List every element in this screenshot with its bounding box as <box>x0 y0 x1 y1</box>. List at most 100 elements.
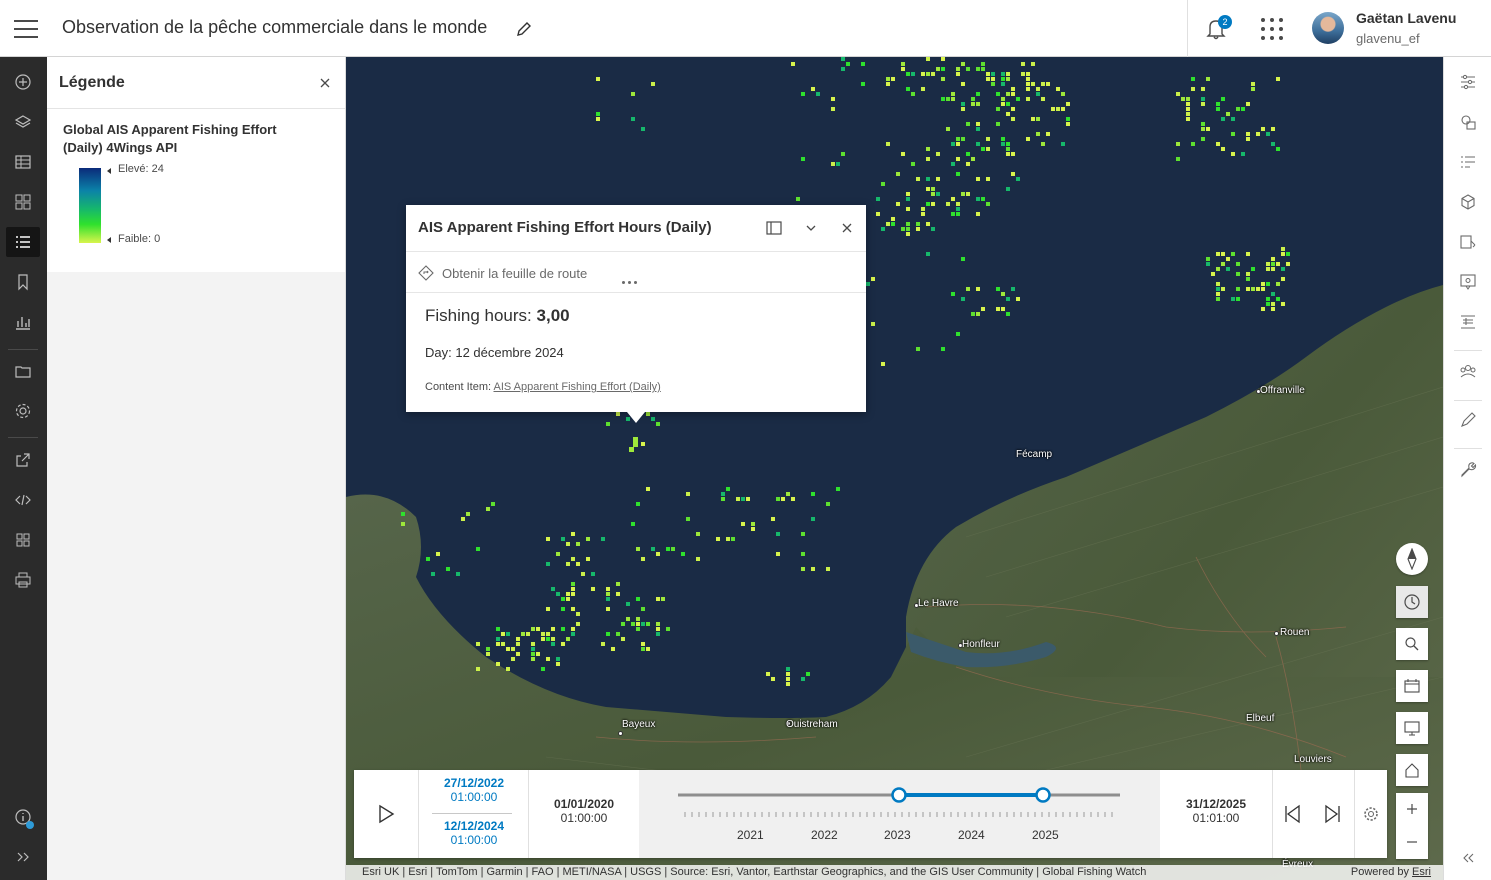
fishing-cell[interactable] <box>1001 77 1005 81</box>
fishing-cell[interactable] <box>1036 92 1040 96</box>
fishing-cell[interactable] <box>1011 117 1015 121</box>
fishing-cell[interactable] <box>1061 92 1065 96</box>
fishing-cell[interactable] <box>1011 92 1015 96</box>
fishing-cell[interactable] <box>1186 97 1190 101</box>
fishing-cell[interactable] <box>561 607 565 611</box>
fishing-cell[interactable] <box>811 492 815 496</box>
fishing-cell[interactable] <box>571 627 575 631</box>
fishing-cell[interactable] <box>561 627 565 631</box>
fishing-cell[interactable] <box>1216 267 1220 271</box>
fishing-cell[interactable] <box>1271 142 1275 146</box>
fishing-cell[interactable] <box>531 642 535 646</box>
time-track[interactable]: 2021 2022 2023 2024 2025 <box>639 770 1160 858</box>
fishing-cell[interactable] <box>671 547 675 551</box>
fishing-cell[interactable] <box>976 102 980 106</box>
fishing-cell[interactable] <box>1216 297 1220 301</box>
fishing-cell[interactable] <box>771 677 775 681</box>
fishing-cell[interactable] <box>1241 152 1245 156</box>
fishing-cell[interactable] <box>866 282 870 286</box>
fishing-cell[interactable] <box>626 602 630 606</box>
fishing-cell[interactable] <box>926 222 930 226</box>
fishing-cell[interactable] <box>1221 97 1225 101</box>
fishing-cell[interactable] <box>1026 87 1030 91</box>
fishing-cell[interactable] <box>1031 117 1035 121</box>
fishing-cell[interactable] <box>991 72 995 76</box>
fishing-cell[interactable] <box>561 537 565 541</box>
fishing-cell[interactable] <box>546 657 550 661</box>
fishing-cell[interactable] <box>591 572 595 576</box>
fishing-cell[interactable] <box>956 137 960 141</box>
fishing-cell[interactable] <box>966 122 970 126</box>
fishing-cell[interactable] <box>1236 272 1240 276</box>
fishing-cell[interactable] <box>1266 267 1270 271</box>
fishing-cell[interactable] <box>546 632 550 636</box>
fishing-cell[interactable] <box>921 87 925 91</box>
fishing-cell[interactable] <box>1006 142 1010 146</box>
previous-button[interactable] <box>1272 770 1312 858</box>
fishing-cell[interactable] <box>926 147 930 151</box>
fishing-cell[interactable] <box>906 207 910 211</box>
fishing-cell[interactable] <box>786 667 790 671</box>
fishing-cell[interactable] <box>916 177 920 181</box>
fishing-cell[interactable] <box>911 72 915 76</box>
fishing-cell[interactable] <box>876 212 880 216</box>
legend-grid-icon[interactable] <box>6 187 40 217</box>
fishing-cell[interactable] <box>871 322 875 326</box>
directions-button[interactable]: Obtenir la feuille de route <box>418 264 587 282</box>
fishing-cell[interactable] <box>566 562 570 566</box>
fishing-cell[interactable] <box>541 632 545 636</box>
fishing-cell[interactable] <box>936 177 940 181</box>
fishing-cell[interactable] <box>1061 142 1065 146</box>
fishing-cell[interactable] <box>1276 77 1280 81</box>
fishing-cell[interactable] <box>531 657 535 661</box>
fishing-cell[interactable] <box>546 562 550 566</box>
fishing-cell[interactable] <box>1026 77 1030 81</box>
fishing-cell[interactable] <box>1276 297 1280 301</box>
fishing-cell[interactable] <box>1256 287 1260 291</box>
fishing-cell[interactable] <box>966 287 970 291</box>
fishing-cell[interactable] <box>786 682 790 686</box>
fishing-cell[interactable] <box>976 212 980 216</box>
fishing-cell[interactable] <box>556 662 560 666</box>
fishing-cell[interactable] <box>861 62 865 66</box>
fishing-cell[interactable] <box>951 97 955 101</box>
fishing-cell[interactable] <box>751 522 755 526</box>
fishing-cell[interactable] <box>986 202 990 206</box>
fishing-cell[interactable] <box>636 597 640 601</box>
fishing-cell[interactable] <box>836 162 840 166</box>
fishing-cell[interactable] <box>551 627 555 631</box>
fishing-cell[interactable] <box>1001 72 1005 76</box>
fishing-cell[interactable] <box>496 637 500 641</box>
fishing-cell[interactable] <box>1221 252 1225 256</box>
fishing-cell[interactable] <box>1221 117 1225 121</box>
zoom-in-button[interactable] <box>1396 793 1428 825</box>
chevron-down-icon[interactable] <box>802 219 820 237</box>
fishing-cell[interactable] <box>956 72 960 76</box>
fishing-cell[interactable] <box>811 517 815 521</box>
fishing-cell[interactable] <box>1226 267 1230 271</box>
fishing-cell[interactable] <box>541 637 545 641</box>
fishing-cell[interactable] <box>1276 262 1280 266</box>
fishing-cell[interactable] <box>976 312 980 316</box>
fishing-cell[interactable] <box>961 257 965 261</box>
close-icon[interactable] <box>838 219 856 237</box>
fishing-cell[interactable] <box>1251 267 1255 271</box>
fishing-cell[interactable] <box>641 557 645 561</box>
fishing-cell[interactable] <box>746 497 750 501</box>
fishing-cell[interactable] <box>1061 107 1065 111</box>
fishing-cell[interactable] <box>1026 137 1030 141</box>
fishing-cell[interactable] <box>966 152 970 156</box>
fishing-cell[interactable] <box>886 222 890 226</box>
fishing-cell[interactable] <box>1216 102 1220 106</box>
collapse-panel-icon[interactable] <box>1456 846 1480 870</box>
fishing-cell[interactable] <box>836 487 840 491</box>
fishing-cell[interactable] <box>891 222 895 226</box>
fishing-cell[interactable] <box>401 522 405 526</box>
fishing-cell[interactable] <box>576 622 580 626</box>
fishing-cell[interactable] <box>651 547 655 551</box>
fishing-cell[interactable] <box>596 117 600 121</box>
fishing-cell[interactable] <box>946 127 950 131</box>
fishing-cell[interactable] <box>586 557 590 561</box>
fishing-cell[interactable] <box>936 152 940 156</box>
filter-icon[interactable] <box>1456 150 1480 174</box>
